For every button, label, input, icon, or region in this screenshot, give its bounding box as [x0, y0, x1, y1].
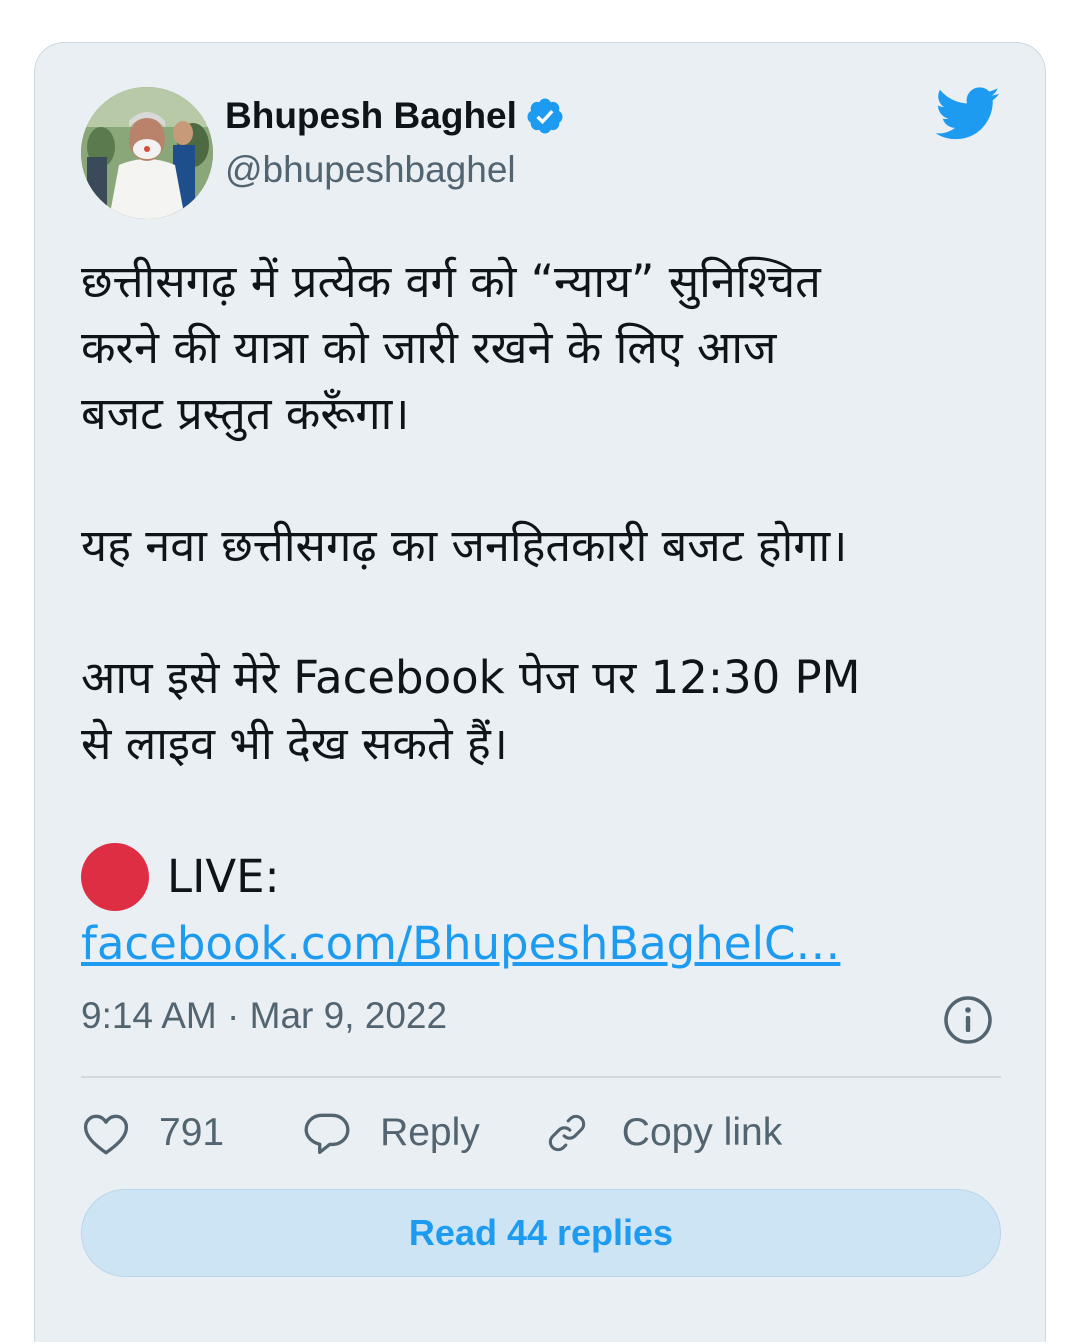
verified-badge-icon — [527, 98, 563, 134]
like-count: 791 — [159, 1111, 225, 1154]
live-line: LIVE: — [81, 843, 1011, 911]
tweet-paragraph: छत्तीसगढ़ में प्रत्येक वर्ग को “न्याय” स… — [81, 255, 821, 440]
tweet-card[interactable]: Bhupesh Baghel @bhupeshbaghel छत्तीसगढ़ … — [34, 42, 1046, 1342]
author-name-row[interactable]: Bhupesh Baghel — [225, 95, 565, 137]
read-replies-button[interactable]: Read 44 replies — [81, 1189, 1001, 1277]
live-label: LIVE: — [167, 850, 280, 903]
tweet-text: छत्तीसगढ़ में प्रत्येक वर्ग को “न्याय” स… — [81, 249, 1011, 977]
twitter-bird-icon[interactable] — [935, 87, 1001, 141]
info-icon[interactable] — [943, 995, 993, 1045]
tweet-paragraph: आप इसे मेरे Facebook पेज पर 12:30 PM से … — [81, 651, 861, 770]
heart-icon — [83, 1114, 129, 1155]
reply-label: Reply — [380, 1111, 480, 1154]
copy-link-button[interactable]: Copy link — [542, 1110, 782, 1156]
red-circle-emoji — [81, 843, 149, 911]
avatar-photo — [81, 87, 213, 219]
tweet-paragraph: यह नवा छत्तीसगढ़ का जनहितकारी बजट होगा। — [81, 519, 848, 572]
like-button[interactable]: 791 — [81, 1110, 224, 1156]
link-icon — [548, 1114, 585, 1152]
read-replies-label: Read 44 replies — [408, 1212, 674, 1253]
facebook-link[interactable]: facebook.com/BhupeshBaghelC… — [81, 917, 840, 970]
reply-button[interactable]: Reply — [302, 1110, 480, 1156]
tweet-timestamp[interactable]: 9:14 AM · Mar 9, 2022 — [81, 995, 447, 1037]
action-bar: 791 Reply Copy link — [81, 1105, 782, 1161]
author-name[interactable]: Bhupesh Baghel — [225, 95, 517, 137]
divider — [81, 1076, 1001, 1078]
avatar[interactable] — [81, 87, 213, 219]
copy-link-label: Copy link — [621, 1111, 783, 1154]
author-handle[interactable]: @bhupeshbaghel — [225, 149, 516, 191]
speech-bubble-icon — [304, 1113, 350, 1155]
